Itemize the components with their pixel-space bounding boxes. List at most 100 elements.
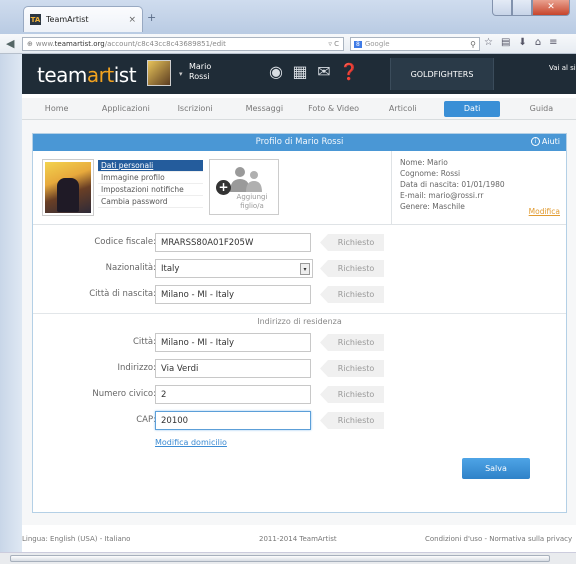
nationality-select[interactable]: Italy ▾: [155, 259, 313, 278]
profile-header: Profilo di Mario Rossi i Aiuti: [33, 134, 566, 151]
palette-icon[interactable]: ◉: [267, 63, 285, 81]
info-surname: Cognome: Rossi: [400, 169, 461, 178]
city-input[interactable]: Milano - MI - Italy: [155, 333, 311, 352]
section-divider: [33, 313, 566, 314]
star-icon[interactable]: ☆: [484, 37, 493, 48]
goto-site-link[interactable]: Vai al si: [549, 64, 576, 72]
submenu-dati-personali[interactable]: Dati personali: [98, 160, 203, 172]
new-tab-button[interactable]: +: [147, 11, 156, 24]
browser-titlebar: TA TeamArtist × + ✕: [0, 0, 576, 34]
main-tabs: Home Applicazioni Iscrizioni Messaggi Fo…: [22, 98, 576, 120]
tax-code-label: Codice fiscale:: [94, 237, 156, 247]
form-row-birth-city: Città di nascita: Milano - MI - Italy Ri…: [33, 285, 566, 305]
terms-privacy-links[interactable]: Condizioni d'uso - Normativa sulla priva…: [425, 535, 572, 543]
birth-city-label: Città di nascita:: [89, 289, 156, 299]
save-button[interactable]: Salva: [462, 458, 530, 479]
submenu-cambia-password[interactable]: Cambia password: [98, 196, 203, 208]
tab-applicazioni[interactable]: Applicazioni: [91, 104, 160, 113]
tab-messaggi[interactable]: Messaggi: [230, 104, 299, 113]
form-row-nationality: Nazionalità: Italy ▾ Richiesto: [33, 259, 566, 279]
tab-home[interactable]: Home: [22, 104, 91, 113]
url-text: www.teamartist.org/account/c8c43cc8c4368…: [35, 40, 226, 48]
city-label: Città:: [132, 337, 156, 347]
change-address-link[interactable]: Modifica domicilio: [155, 438, 227, 447]
address-bar[interactable]: ⊕ www.teamartist.org/account/c8c43cc8c43…: [22, 37, 344, 51]
add-child-button[interactable]: + Aggiungi figlio/a: [209, 159, 279, 215]
cap-input[interactable]: 20100: [155, 411, 311, 430]
street-number-input[interactable]: 2: [155, 385, 311, 404]
user-name[interactable]: Mario Rossi: [189, 62, 211, 82]
add-child-label: Aggiungi figlio/a: [236, 193, 268, 210]
user-dropdown-icon[interactable]: ▾: [179, 70, 183, 78]
people-icon: [230, 167, 262, 192]
tax-code-input[interactable]: MRARSS80A01F205W: [155, 233, 311, 252]
browser-tab[interactable]: TA TeamArtist ×: [23, 6, 143, 32]
required-badge: Richiesto: [320, 360, 384, 377]
cap-label: CAP:: [136, 415, 156, 425]
help-icon[interactable]: ❓: [339, 63, 359, 81]
required-badge: Richiesto: [320, 412, 384, 429]
info-email: E-mail: mario@rossi.rr: [400, 191, 484, 200]
header-icons: ◉ ▦ ✉ ❓: [267, 63, 359, 81]
profile-card: Profilo di Mario Rossi i Aiuti Dati pers…: [32, 133, 567, 513]
menu-icon[interactable]: ≡: [549, 37, 557, 48]
form-row-number: Numero civico: 2 Richiesto: [33, 385, 566, 405]
required-badge: Richiesto: [320, 334, 384, 351]
form-row-city: Città: Milano - MI - Italy Richiesto: [33, 333, 566, 353]
tab-close-icon[interactable]: ×: [128, 15, 136, 25]
required-badge: Richiesto: [320, 260, 384, 277]
app-header: teamartist ▾ Mario Rossi ◉ ▦ ✉ ❓ GOLDFIG…: [22, 54, 576, 94]
tab-guida[interactable]: Guida: [507, 104, 576, 113]
tab-dati[interactable]: Dati: [444, 100, 500, 117]
maximize-button[interactable]: [512, 0, 532, 16]
submenu-impostazioni-notifiche[interactable]: Impostazioni notifiche: [98, 184, 203, 196]
birth-city-input[interactable]: Milano - MI - Italy: [155, 285, 311, 304]
language-selector[interactable]: Lingua: English (USA) - Italiano: [22, 535, 130, 543]
download-icon[interactable]: ⬇: [518, 37, 526, 48]
teamartist-logo[interactable]: teamartist: [37, 63, 137, 87]
info-icon: i: [530, 137, 540, 146]
profile-summary: Dati personali Immagine profilo Impostaz…: [33, 151, 566, 225]
globe-icon: ⊕: [27, 40, 33, 48]
page-footer: Lingua: English (USA) - Italiano 2011-20…: [22, 530, 576, 548]
search-bar[interactable]: 8 Google ⚲: [350, 37, 480, 51]
horizontal-scrollbar[interactable]: [0, 552, 576, 564]
address-input[interactable]: Via Verdi: [155, 359, 311, 378]
back-arrow-icon[interactable]: ◀: [6, 37, 14, 50]
help-link[interactable]: i Aiuti: [530, 137, 560, 146]
mail-icon[interactable]: ✉: [315, 63, 333, 81]
form-row-address: Indirizzo: Via Verdi Richiesto: [33, 359, 566, 379]
profile-submenu: Dati personali Immagine profilo Impostaz…: [98, 160, 203, 208]
tab-articoli[interactable]: Articoli: [368, 104, 437, 113]
close-window-button[interactable]: ✕: [532, 0, 570, 16]
bookmark-icon[interactable]: ▤: [501, 37, 510, 48]
tab-iscrizioni[interactable]: Iscrizioni: [160, 104, 229, 113]
browser-navbar: ◀ ⊕ www.teamartist.org/account/c8c43cc8c…: [0, 34, 576, 54]
required-badge: Richiesto: [320, 386, 384, 403]
edit-profile-link[interactable]: Modifica: [529, 207, 560, 216]
search-icon[interactable]: ⚲: [470, 40, 476, 49]
minimize-button[interactable]: [492, 0, 512, 16]
copyright-text: 2011-2014 TeamArtist: [259, 535, 337, 543]
team-selector[interactable]: GOLDFIGHTERS: [390, 58, 494, 90]
user-avatar[interactable]: [147, 60, 171, 86]
scrollbar-thumb[interactable]: [10, 555, 550, 562]
chevron-down-icon[interactable]: ▾: [300, 263, 310, 275]
window-controls: ✕: [492, 0, 570, 16]
calendar-icon[interactable]: ▦: [291, 63, 309, 81]
street-number-label: Numero civico:: [92, 389, 156, 399]
profile-picture[interactable]: [42, 159, 94, 216]
reload-icon[interactable]: ▿ C: [328, 40, 339, 48]
home-icon[interactable]: ⌂: [535, 37, 541, 48]
residence-heading: Indirizzo di residenza: [257, 317, 342, 326]
form-row-tax-code: Codice fiscale: MRARSS80A01F205W Richies…: [33, 233, 566, 253]
tab-title: TeamArtist: [46, 15, 89, 24]
teamartist-favicon-icon: TA: [30, 14, 41, 25]
required-badge: Richiesto: [320, 234, 384, 251]
plus-icon: +: [216, 180, 231, 195]
address-label: Indirizzo:: [117, 363, 157, 373]
search-placeholder: Google: [364, 40, 390, 48]
profile-info: Nome: Mario Cognome: Rossi Data di nasci…: [391, 151, 566, 225]
tab-foto-video[interactable]: Foto & Video: [299, 104, 368, 113]
submenu-immagine-profilo[interactable]: Immagine profilo: [98, 172, 203, 184]
